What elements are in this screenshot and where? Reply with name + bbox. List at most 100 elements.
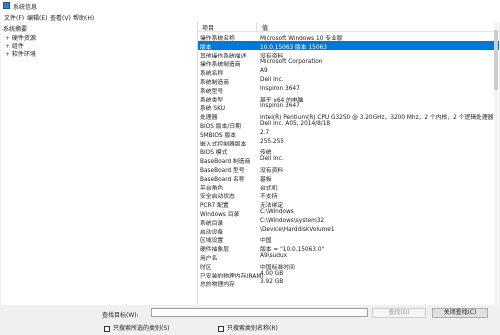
category-tree[interactable]: 系统摘要 + 硬件资源 + 组件 + 软件环境 bbox=[1, 22, 198, 305]
row-value-cell: 2.7 bbox=[260, 129, 270, 136]
row-value-cell: Intel(R) Pentium(R) CPU G3250 @ 3.20GHz，… bbox=[260, 115, 494, 120]
row-item-cell: BaseBoard 名称 bbox=[200, 176, 245, 182]
column-header-value[interactable]: 值 bbox=[262, 23, 268, 32]
menu-file[interactable]: 文件(F) bbox=[4, 13, 24, 22]
row-item-cell: 时区 bbox=[200, 264, 212, 270]
row-item-cell: 启动设备 bbox=[200, 229, 224, 235]
tree-root-label: 系统摘要 bbox=[3, 26, 28, 33]
expand-icon[interactable]: + bbox=[5, 51, 10, 58]
menu-bar: 文件(F) 编辑(E) 查看(V) 帮助(H) bbox=[0, 12, 500, 22]
table-row[interactable]: 嵌入式控制器版本 255.255 bbox=[198, 138, 499, 147]
search-selected-category-checkbox[interactable] bbox=[104, 325, 110, 332]
table-row[interactable]: 系统 SKU Inspiron 3647 bbox=[198, 102, 499, 111]
table-row[interactable]: 用户名 A9\sudux bbox=[198, 252, 499, 261]
row-item-cell: 嵌入式控制器版本 bbox=[200, 141, 247, 147]
table-row[interactable]: 系统名称 A9 bbox=[198, 67, 499, 76]
row-item-cell: 安全启动状态 bbox=[200, 194, 235, 200]
table-row[interactable]: BIOS 模式 传统 bbox=[198, 146, 499, 155]
table-row[interactable]: 已安装的物理内存(RAM) 4.00 GB bbox=[198, 270, 499, 279]
row-item-cell: BaseBoard 型号 bbox=[200, 168, 245, 173]
vertical-scrollbar[interactable] bbox=[494, 22, 498, 305]
tree-item-system-summary[interactable]: 系统摘要 bbox=[3, 24, 27, 33]
row-item-cell: Windows 目录 bbox=[200, 212, 240, 217]
menu-edit[interactable]: 编辑(E) bbox=[27, 13, 47, 22]
find-panel: 查找目标(W): 查找(D) 关闭查找(C) 只搜索所选的类别(S) 只搜索类别… bbox=[0, 305, 500, 335]
table-row[interactable]: 区域设置 中国 bbox=[198, 234, 499, 243]
row-value-cell: A9\sudux bbox=[260, 253, 288, 259]
column-header-item[interactable]: 项目 bbox=[202, 23, 214, 32]
find-input[interactable] bbox=[151, 308, 368, 317]
row-item-cell: 区域设置 bbox=[200, 238, 224, 244]
summary-table[interactable]: 项目 值 操作系统名称 Microsoft Windows 10 专业版 版本 10.… bbox=[198, 22, 499, 305]
table-row[interactable]: BaseBoard 型号 没有资料 bbox=[198, 164, 499, 173]
row-item-cell: 系统制造商 bbox=[200, 80, 229, 85]
table-row[interactable]: 时区 中国标准时间 bbox=[198, 261, 499, 270]
table-row[interactable]: 操作系统名称 Microsoft Windows 10 专业版 bbox=[198, 32, 499, 41]
tree-item-software[interactable]: + 软件环境 bbox=[5, 49, 36, 58]
row-item-cell: 系统名称 bbox=[200, 71, 224, 76]
row-value-cell: C:\Windows bbox=[260, 209, 294, 215]
table-row[interactable]: 系统类型 基于 x64 的电脑 bbox=[198, 94, 499, 103]
table-row[interactable]: BIOS 版本/日期 Dell Inc. A05, 2014/8/18 bbox=[198, 120, 499, 129]
table-row[interactable]: 安全启动状态 不支持 bbox=[198, 190, 499, 199]
tree-item-label: 软件环境 bbox=[11, 51, 36, 58]
title-bar: 系统信息 bbox=[0, 0, 500, 12]
table-row[interactable]: 系统型号 Inspiron 3647 bbox=[198, 85, 499, 94]
row-value-cell: 无法绑定 bbox=[260, 203, 284, 208]
row-value-cell: 中国 bbox=[260, 238, 272, 244]
search-category-names-checkbox[interactable] bbox=[218, 325, 224, 332]
row-item-cell: BIOS 模式 bbox=[200, 150, 228, 156]
column-divider[interactable] bbox=[256, 22, 257, 31]
find-label: 查找目标(W): bbox=[102, 312, 139, 319]
table-row[interactable]: 启动设备 \Device\HarddiskVolume1 bbox=[198, 226, 499, 235]
row-value-cell: Inspiron 3647 bbox=[260, 85, 300, 92]
table-header: 项目 值 bbox=[198, 22, 499, 32]
table-row[interactable]: 总的物理内存 3.92 GB bbox=[198, 278, 499, 287]
table-row[interactable]: 操作系统制造商 Microsoft Corporation bbox=[198, 58, 499, 67]
row-item-cell: 用户名 bbox=[200, 256, 218, 261]
table-row[interactable]: 处理器 Intel(R) Pentium(R) CPU G3250 @ 3.20G… bbox=[198, 111, 499, 120]
close-find-button[interactable]: 关闭查找(C) bbox=[432, 308, 488, 318]
check-label: 只搜索类别名称(R) bbox=[227, 325, 278, 332]
row-value-cell: 中国标准时间 bbox=[260, 264, 295, 270]
row-item-cell: 已安装的物理内存(RAM) bbox=[200, 273, 264, 279]
table-row[interactable]: 其他操作系统描述 没有资料 bbox=[198, 50, 499, 59]
row-value-cell: 没有资料 bbox=[260, 168, 284, 173]
row-value-cell: Microsoft Corporation bbox=[260, 59, 323, 66]
row-item-cell: 版本 bbox=[200, 44, 212, 50]
table-row[interactable]: 平台角色 台式机 bbox=[198, 182, 499, 191]
row-value-cell: C:\Windows\system32 bbox=[260, 217, 325, 224]
row-value-cell: Dell Inc. bbox=[260, 77, 284, 83]
row-value-cell: Dell Inc. A05, 2014/8/18 bbox=[260, 121, 331, 127]
row-value-cell: 版本 = "10.0.15063.0" bbox=[260, 247, 325, 252]
scrollbar-thumb[interactable] bbox=[494, 30, 498, 90]
row-value-cell: Inspiron 3647 bbox=[260, 103, 300, 110]
row-item-cell: 系统目录 bbox=[200, 220, 224, 226]
table-row[interactable]: 硬件抽象层 版本 = "10.0.15063.0" bbox=[198, 243, 499, 252]
row-item-cell: 其他操作系统描述 bbox=[200, 53, 247, 59]
row-value-cell: 基板 bbox=[260, 176, 272, 182]
table-row[interactable]: SMBIOS 版本 2.7 bbox=[198, 129, 499, 138]
find-button[interactable]: 查找(D) bbox=[372, 308, 426, 318]
table-row[interactable]: Windows 目录 C:\Windows bbox=[198, 208, 499, 217]
row-value-cell: 台式机 bbox=[260, 185, 278, 191]
table-row[interactable]: BaseBoard 名称 基板 bbox=[198, 173, 499, 182]
row-item-cell: 操作系统制造商 bbox=[200, 62, 241, 68]
row-item-cell: 处理器 bbox=[200, 115, 218, 120]
row-value-cell: A9 bbox=[260, 68, 268, 75]
menu-view[interactable]: 查看(V) bbox=[50, 13, 71, 22]
table-row[interactable]: PCR7 配置 无法绑定 bbox=[198, 199, 499, 208]
row-value-cell: 传统 bbox=[260, 150, 272, 156]
table-row[interactable]: BaseBoard 制造商 Dell Inc. bbox=[198, 155, 499, 164]
table-row[interactable]: 版本 10.0.15063 版本 15063 bbox=[198, 40, 499, 50]
search-selected-category-option[interactable]: 只搜索所选的类别(S) bbox=[104, 323, 170, 332]
menu-help[interactable]: 帮助(H) bbox=[73, 13, 94, 22]
row-value-cell: 10.0.15063 版本 15063 bbox=[260, 44, 327, 50]
table-row[interactable]: 系统目录 C:\Windows\system32 bbox=[198, 217, 499, 226]
row-value-cell: Dell Inc. bbox=[260, 156, 284, 163]
row-item-cell: PCR7 配置 bbox=[200, 203, 229, 208]
main-content: 系统摘要 + 硬件资源 + 组件 + 软件环境 项目 值 操作系统名称 Micro… bbox=[1, 22, 499, 305]
search-category-names-option[interactable]: 只搜索类别名称(R) bbox=[218, 323, 278, 332]
table-row[interactable]: 系统制造商 Dell Inc. bbox=[198, 76, 499, 85]
row-item-cell: 系统型号 bbox=[200, 88, 224, 94]
